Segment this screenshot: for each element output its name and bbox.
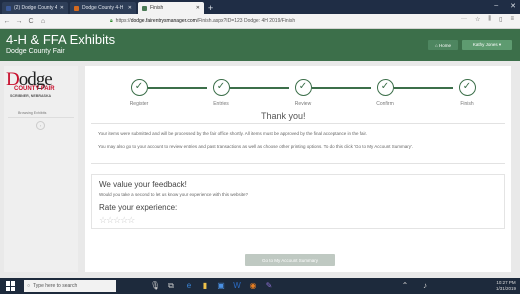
task-view-icon[interactable]: ⧉: [166, 281, 176, 291]
clock[interactable]: 10:27 PM 1/31/2019: [496, 280, 516, 292]
sidebar-link-browse[interactable]: Browsing Exhibits: [18, 111, 46, 115]
new-tab-button[interactable]: +: [208, 2, 213, 14]
menu-icon[interactable]: ≡: [510, 16, 514, 23]
step-label: Finish: [460, 101, 474, 107]
url-path: /Finish.aspx?ID=123 Dodge: 4H 2019/Finis…: [196, 17, 296, 24]
microphone-icon[interactable]: 🎙︎: [150, 281, 160, 291]
step-label: Register: [129, 101, 149, 107]
file-explorer-icon[interactable]: ▮: [200, 281, 210, 291]
os-taskbar: ○ Type here to search 🎙︎ ⧉ e ▮ ▣ W ◉ ✎ ⌃…: [0, 278, 520, 294]
step-review: ✓ Review: [278, 79, 328, 107]
search-icon: ○: [27, 283, 31, 289]
feedback-question: Would you take a second to let us know y…: [99, 192, 248, 197]
checkmark-icon: ✓: [458, 79, 476, 96]
facebook-favicon-icon: [6, 5, 11, 11]
store-icon[interactable]: ▣: [216, 281, 226, 291]
step-confirm: ✓ Confirm: [360, 79, 410, 107]
taskbar-search-input[interactable]: ○ Type here to search: [24, 280, 116, 292]
step-register: ✓ Register: [114, 79, 164, 107]
star-rating-input[interactable]: ☆☆☆☆☆: [99, 215, 135, 226]
paint-icon[interactable]: ✎: [264, 281, 274, 291]
tab-label: (2) Dodge County 4-H (Nebras: [14, 5, 57, 11]
tab-facebook[interactable]: (2) Dodge County 4-H (Nebras ✕: [2, 2, 68, 14]
browser-tab-strip: (2) Dodge County 4-H (Nebras ✕ Dodge Cou…: [0, 0, 520, 14]
site-title: 4-H & FFA Exhibits: [6, 32, 116, 47]
home-nav-label: Home: [438, 42, 451, 48]
tab-finish[interactable]: Finish ✕: [138, 2, 204, 14]
divider: [91, 163, 505, 164]
thank-you-heading: Thank you!: [261, 111, 306, 121]
address-bar[interactable]: 🔒︎ https:// dodge.fairentrysmanager.com …: [110, 16, 410, 25]
logo-fair-text: COUNTY FAIR: [14, 86, 55, 92]
lock-icon: 🔒︎: [110, 17, 113, 24]
account-menu-button[interactable]: Kathy Jones ▾: [462, 40, 512, 50]
fair-favicon-icon: [74, 5, 79, 11]
step-label: Confirm: [376, 101, 394, 107]
sidebar-icon[interactable]: ▯: [499, 16, 502, 23]
volume-icon[interactable]: ♪: [420, 281, 430, 291]
bookmark-icon[interactable]: ☆: [475, 16, 480, 23]
toolbar-right: ··· ☆ ⫼ ▯ ≡: [461, 16, 514, 23]
checkmark-icon: ✓: [294, 79, 312, 96]
site-header: 4-H & FFA Exhibits Dodge County Fair ⌂ H…: [0, 29, 520, 61]
checkmark-icon: ✓: [212, 79, 230, 96]
reload-button[interactable]: C: [26, 18, 36, 25]
tab-fair-schedule[interactable]: Dodge County 4-H Fair | Scr ✕: [70, 2, 136, 14]
close-icon[interactable]: ✕: [60, 5, 64, 11]
back-button[interactable]: ←: [2, 18, 12, 25]
submission-message: Your items were submitted and will be pr…: [98, 131, 368, 136]
checkmark-icon: ✓: [130, 79, 148, 96]
word-icon[interactable]: W: [232, 281, 242, 291]
sidebar: Dodge COUNTY FAIR SCRIBNER, NEBRASKA Bro…: [4, 66, 78, 272]
minimize-button[interactable]: –: [494, 2, 498, 10]
sidebar-toggle-icon[interactable]: ‹: [36, 121, 45, 130]
feedback-title: We value your feedback!: [99, 180, 187, 189]
close-window-button[interactable]: ✕: [510, 2, 516, 10]
search-placeholder: Type here to search: [33, 283, 78, 289]
step-entries: ✓ Entries: [196, 79, 246, 107]
divider: [91, 123, 505, 124]
edge-icon[interactable]: e: [184, 281, 194, 291]
summary-button-label: Go to My Account Summary: [261, 257, 319, 263]
site-subtitle: Dodge County Fair: [6, 48, 65, 55]
step-finish: ✓ Finish: [442, 79, 492, 107]
step-label: Entries: [213, 101, 229, 107]
window-controls: – ✕: [494, 2, 516, 10]
url-prefix: https://: [115, 17, 131, 24]
tab-label: Dodge County 4-H Fair | Scr: [82, 5, 125, 11]
home-button[interactable]: ⌂: [38, 18, 48, 25]
url-domain: dodge.fairentrysmanager.com: [130, 17, 197, 24]
account-menu-label: Kathy Jones ▾: [472, 42, 502, 47]
logo-location-text: SCRIBNER, NEBRASKA: [10, 94, 52, 98]
rating-label: Rate your experience:: [99, 203, 178, 212]
main-panel: ✓ Register ✓ Entries ✓ Review ✓ Confirm …: [85, 66, 511, 272]
page-actions-button[interactable]: ···: [461, 16, 467, 23]
checkmark-icon: ✓: [376, 79, 394, 96]
account-summary-button[interactable]: Go to My Account Summary: [245, 254, 335, 266]
dodge-county-fair-logo[interactable]: Dodge COUNTY FAIR SCRIBNER, NEBRASKA: [6, 69, 76, 105]
page-favicon-icon: [142, 5, 147, 11]
clock-date: 1/31/2019: [495, 286, 516, 291]
close-icon[interactable]: ✕: [128, 5, 132, 11]
network-icon[interactable]: ⌃: [400, 281, 410, 291]
feedback-panel: We value your feedback! Would you take a…: [91, 174, 505, 229]
sidebar-divider: [8, 117, 74, 118]
tab-label: Finish: [150, 5, 164, 11]
windows-start-icon[interactable]: [6, 281, 16, 291]
firefox-icon[interactable]: ◉: [248, 281, 258, 291]
account-message: You may also go to your account to revie…: [98, 144, 414, 149]
library-icon[interactable]: ⫼: [488, 16, 491, 23]
close-icon[interactable]: ✕: [196, 5, 200, 11]
browser-toolbar: ← → C ⌂ 🔒︎ https:// dodge.fairentrysmana…: [0, 14, 520, 29]
forward-button[interactable]: →: [14, 18, 24, 25]
step-label: Review: [294, 101, 312, 107]
home-nav-button[interactable]: ⌂ Home: [428, 40, 458, 50]
